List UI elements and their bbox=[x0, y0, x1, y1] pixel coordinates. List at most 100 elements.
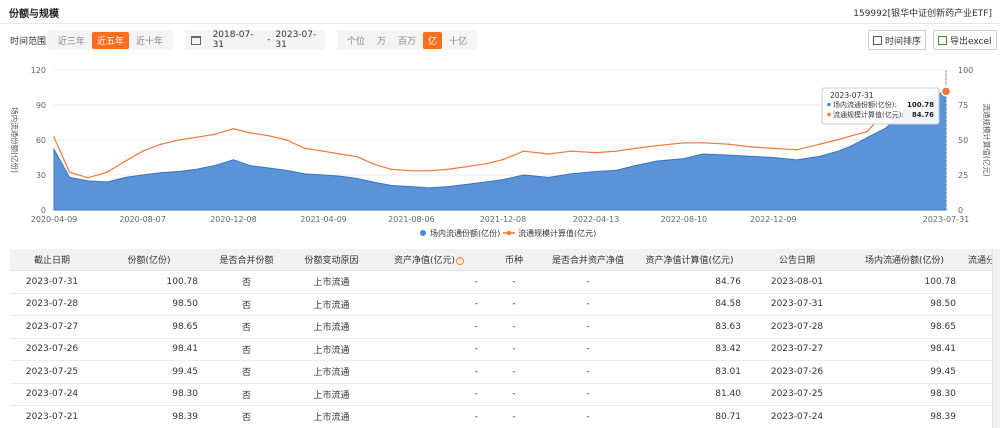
table-cell: 2023-07-21 bbox=[25, 411, 79, 422]
table-cell: 否 bbox=[241, 278, 251, 289]
table-cell: 上市流通 bbox=[313, 300, 350, 311]
unit-selector: 个位 万 百万 亿 十亿 bbox=[337, 30, 478, 50]
table-cell: 98.39 bbox=[172, 411, 198, 422]
x-tick-label: 2022-04-13 bbox=[573, 215, 620, 224]
column-header[interactable]: 资产净值计算值(亿元) bbox=[632, 253, 747, 266]
scale-point bbox=[702, 142, 704, 144]
scale-point bbox=[485, 163, 487, 165]
table-cell: 否 bbox=[241, 323, 251, 334]
y-right-tick-label: 25 bbox=[958, 171, 968, 180]
column-header[interactable]: 公告日期 bbox=[747, 253, 847, 266]
scale-point bbox=[268, 135, 270, 137]
table-cell: 2023-07-28 bbox=[25, 299, 79, 310]
unit-ones-button[interactable]: 个位 bbox=[342, 32, 370, 49]
export-excel-button[interactable]: 导出excel bbox=[933, 30, 997, 50]
table-cell: - bbox=[512, 276, 516, 287]
time-sort-button[interactable]: 时间排序 bbox=[868, 30, 927, 50]
tooltip-marker bbox=[827, 112, 831, 117]
table-cell: - bbox=[512, 366, 516, 377]
column-header-label: 币种 bbox=[504, 256, 523, 266]
scale-point bbox=[196, 136, 199, 138]
scale-point bbox=[160, 143, 162, 145]
column-header[interactable]: 份额变动原因 bbox=[289, 253, 374, 266]
table-cell: 80.71 bbox=[715, 411, 741, 422]
data-table: 截止日期 份额(亿份) 是否合并份额 份额变动原因 资产净值(亿元)? 币种 是否合并资产净… bbox=[10, 249, 1000, 428]
help-icon[interactable]: ? bbox=[456, 256, 465, 265]
table-cell: 否 bbox=[241, 390, 251, 401]
table-header-row: 截止日期 份额(亿份) 是否合并份额 份额变动原因 资产净值(亿元)? 币种 是否合并资产净… bbox=[10, 249, 1000, 271]
column-header[interactable]: 场内流通份额(亿份) bbox=[847, 253, 962, 266]
legend-share-marker[interactable] bbox=[420, 230, 426, 236]
scale-point bbox=[446, 168, 449, 171]
table-cell: - bbox=[586, 321, 590, 332]
column-header-label: 是否合并资产净值 bbox=[551, 256, 624, 266]
table-row[interactable]: 2023-07-21 98.39 否 上市流通 - - - 80.71 2023-07-24 98… bbox=[10, 406, 1000, 428]
table-cell: - bbox=[586, 411, 590, 422]
table-row[interactable]: 2023-07-26 98.41 否 上市流通 - - - 83.42 2023-07-27 98… bbox=[10, 339, 1000, 361]
x-tick-label: 2020-12-08 bbox=[210, 215, 257, 224]
column-header[interactable]: 截止日期 bbox=[10, 253, 94, 266]
table-cell: 2023-07-26 bbox=[25, 344, 79, 355]
table-cell: 上市流通 bbox=[313, 323, 350, 334]
scale-point bbox=[570, 150, 572, 152]
scale-point bbox=[390, 168, 393, 171]
range-3y-button[interactable]: 近三年 bbox=[53, 32, 90, 49]
unit-wan-button[interactable]: 万 bbox=[372, 32, 391, 49]
table-row[interactable]: 2023-07-24 98.30 否 上市流通 - - - 81.40 2023-07-25 98… bbox=[10, 384, 1000, 406]
table-row[interactable]: 2023-07-28 98.50 否 上市流通 - - - 84.58 2023-07-31 98… bbox=[10, 294, 1000, 316]
table-cell: 81.40 bbox=[715, 389, 741, 400]
table-cell: 99.45 bbox=[172, 366, 198, 377]
table-cell: 98.65 bbox=[930, 321, 956, 332]
range-10y-button[interactable]: 近十年 bbox=[131, 32, 168, 49]
date-range-picker[interactable]: 2018-07-31 - 2023-07-31 bbox=[185, 30, 325, 50]
column-header-label: 份额变动原因 bbox=[304, 256, 359, 266]
table-cell: - bbox=[474, 299, 478, 310]
legend-share-label[interactable]: 场内流通份额(亿份) bbox=[430, 228, 500, 238]
x-tick-label: 2020-08-07 bbox=[119, 215, 166, 224]
table-row[interactable]: 2023-07-27 98.65 否 上市流通 - - - 83.63 2023-07-28 98… bbox=[10, 316, 1000, 339]
legend-scale-label[interactable]: 流通规模计算值(亿元) bbox=[518, 228, 596, 238]
table-scrollbar[interactable] bbox=[992, 249, 1000, 428]
scale-point bbox=[249, 132, 252, 134]
table-cell: 2023-07-27 bbox=[770, 344, 824, 355]
unit-billion-button[interactable]: 十亿 bbox=[444, 32, 472, 49]
table-cell: 84.76 bbox=[715, 276, 741, 287]
x-tick-label: 2021-12-08 bbox=[480, 215, 527, 224]
table-row[interactable]: 2023-07-31 100.78 否 上市流通 - - - 84.76 2023-08-01 1… bbox=[10, 271, 1000, 294]
scale-point bbox=[796, 149, 798, 151]
table-cell: 上市流通 bbox=[313, 278, 350, 289]
tooltip-item-label: 场内流通份额(亿份): bbox=[833, 100, 897, 109]
table-cell: 84.58 bbox=[715, 299, 741, 310]
hover-point-scale[interactable] bbox=[940, 86, 952, 97]
table-cell: 2023-08-01 bbox=[770, 276, 824, 287]
scale-point bbox=[304, 147, 306, 150]
column-header[interactable]: 是否合并资产净值 bbox=[544, 253, 632, 266]
scale-point bbox=[866, 130, 868, 133]
table-cell: 上市流通 bbox=[313, 390, 350, 401]
y-left-tick-label: 30 bbox=[36, 171, 46, 180]
table-cell: 否 bbox=[241, 413, 251, 424]
column-header[interactable]: 是否合并份额 bbox=[204, 253, 289, 266]
scale-point bbox=[141, 150, 144, 152]
scale-point bbox=[232, 128, 235, 130]
unit-yi-button[interactable]: 亿 bbox=[423, 31, 443, 49]
column-header[interactable]: 币种 bbox=[484, 253, 544, 266]
column-header[interactable]: 份额(亿份) bbox=[94, 253, 204, 266]
table-cell: 否 bbox=[241, 300, 251, 311]
section-header: 份额与规模 159992[银华中证创新药产业ETF] bbox=[0, 0, 1000, 24]
scale-point bbox=[285, 139, 288, 141]
y-right-tick-label: 100 bbox=[958, 66, 973, 75]
scale-point bbox=[410, 170, 413, 172]
table-cell: - bbox=[586, 344, 590, 355]
unit-million-button[interactable]: 百万 bbox=[393, 32, 421, 49]
table-cell: - bbox=[586, 299, 590, 310]
scale-point bbox=[356, 156, 359, 158]
table-row[interactable]: 2023-07-25 99.45 否 上市流通 - - - 83.01 2023-07-26 99… bbox=[10, 361, 1000, 384]
column-header[interactable]: 资产净值(亿元)? bbox=[374, 253, 484, 266]
range-5y-button[interactable]: 近五年 bbox=[92, 31, 130, 49]
scale-point bbox=[372, 163, 374, 165]
fund-name: 159992[银华中证创新药产业ETF] bbox=[853, 9, 992, 19]
scale-point bbox=[428, 170, 430, 172]
scale-point bbox=[338, 153, 341, 155]
y-left-tick-label: 0 bbox=[41, 206, 46, 215]
